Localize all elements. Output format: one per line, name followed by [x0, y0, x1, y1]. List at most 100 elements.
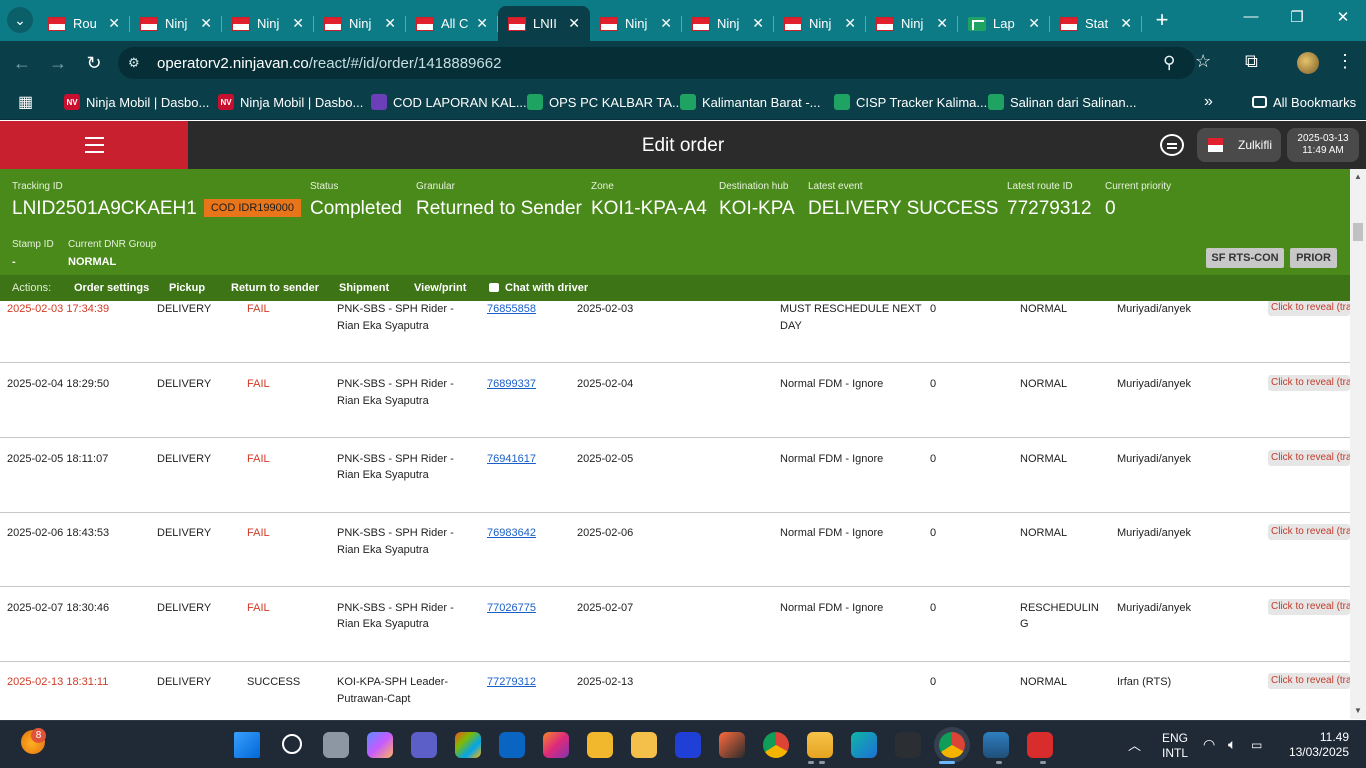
teams-icon[interactable] [411, 732, 437, 758]
bookmark-item[interactable]: COD LAPORAN KAL... [371, 92, 527, 112]
row-route-link[interactable]: 76983642 [487, 525, 572, 542]
new-tab-button[interactable]: + [1149, 7, 1175, 33]
tab-close-icon[interactable]: ✕ [476, 15, 488, 32]
click-to-reveal-button[interactable]: Click to reveal (tracking) [1268, 598, 1350, 615]
row-route-link[interactable]: 76941617 [487, 451, 572, 468]
browser-tab[interactable]: Ninj ✕ [590, 6, 682, 41]
file-explorer-icon[interactable] [807, 732, 833, 758]
browser-menu-icon[interactable]: ⋮ [1336, 51, 1354, 72]
order-settings-menu[interactable]: Order settings [74, 282, 149, 294]
shipment-menu[interactable]: Shipment [339, 282, 389, 294]
tab-close-icon[interactable]: ✕ [936, 15, 948, 32]
more-bookmarks-icon[interactable]: » [1204, 92, 1213, 112]
user-menu[interactable]: Zulkifli [1197, 128, 1281, 162]
browser-tab[interactable]: Stat ✕ [1050, 6, 1142, 41]
tab-close-icon[interactable]: ✕ [660, 15, 672, 32]
all-bookmarks-button[interactable]: All Bookmarks [1252, 92, 1356, 112]
row-route-link[interactable]: 77279312 [487, 674, 572, 691]
remote-desktop-icon[interactable] [983, 732, 1009, 758]
browser-tab[interactable]: Lap ✕ [958, 6, 1050, 41]
view-print-menu[interactable]: View/print [414, 282, 466, 294]
chat-with-driver-button[interactable]: Chat with driver [489, 282, 588, 294]
pickup-menu[interactable]: Pickup [169, 282, 205, 294]
show-hidden-icons-icon[interactable]: ︿ [1128, 738, 1141, 753]
browser-tab[interactable]: Ninj ✕ [774, 6, 866, 41]
sf-rts-con-button[interactable]: SF RTS-CON [1206, 248, 1284, 268]
tab-close-icon[interactable]: ✕ [292, 15, 304, 32]
browser-tab[interactable]: Ninj ✕ [130, 6, 222, 41]
scroll-thumb[interactable] [1353, 223, 1363, 241]
click-to-reveal-button[interactable]: Click to reveal (tracking) [1268, 673, 1350, 689]
edge-icon[interactable] [851, 732, 877, 758]
row-route-link[interactable]: 76855858 [487, 301, 572, 318]
address-bar[interactable]: ⚙ operatorv2.ninjavan.co/react/#/id/orde… [118, 47, 1195, 79]
battery-icon[interactable]: ▭ [1251, 738, 1262, 753]
tab-close-icon[interactable]: ✕ [108, 15, 120, 32]
wifi-icon[interactable]: ◠ [1203, 737, 1215, 752]
tab-close-icon[interactable]: ✕ [200, 15, 212, 32]
minimize-icon[interactable]: — [1236, 8, 1266, 25]
tab-close-icon[interactable]: ✕ [844, 15, 856, 32]
outlook-icon[interactable] [499, 732, 525, 758]
browser-tab[interactable]: Rou ✕ [38, 6, 130, 41]
whatsapp-icon[interactable] [895, 732, 921, 758]
windows-start-icon[interactable] [234, 732, 260, 758]
bookmark-item[interactable]: OPS PC KALBAR TA... [527, 92, 683, 112]
close-window-icon[interactable]: ✕ [1328, 8, 1358, 26]
search-icon[interactable] [282, 734, 302, 754]
bookmark-item[interactable]: NV Ninja Mobil | Dasbo... [218, 92, 363, 112]
scroll-down-icon[interactable]: ▼ [1354, 706, 1362, 715]
prior-button[interactable]: PRIOR [1290, 248, 1337, 268]
click-to-reveal-button[interactable]: Click to reveal (tracking) [1268, 524, 1350, 540]
clock[interactable]: 11.49 13/03/2025 [1283, 730, 1349, 760]
bookmark-star-icon[interactable]: ☆ [1195, 51, 1211, 72]
click-to-reveal-button[interactable]: Click to reveal (tracking) [1268, 449, 1350, 466]
page-scrollbar[interactable]: ▲ ▼ [1350, 169, 1366, 719]
chat-icon[interactable] [1160, 134, 1184, 156]
url-text[interactable]: operatorv2.ninjavan.co/react/#/id/order/… [157, 55, 501, 72]
tab-close-icon[interactable]: ✕ [384, 15, 396, 32]
profile-avatar[interactable] [1297, 52, 1319, 74]
browser-tab[interactable]: Ninj ✕ [682, 6, 774, 41]
browser-tab[interactable]: LNII ✕ [498, 6, 590, 41]
tab-close-icon[interactable]: ✕ [1028, 15, 1040, 32]
browser-tab[interactable]: Ninj ✕ [866, 6, 958, 41]
bookmark-item[interactable]: NV Ninja Mobil | Dasbo... [64, 92, 209, 112]
language-indicator[interactable]: ENG INTL [1160, 731, 1190, 761]
task-view-icon[interactable] [323, 732, 349, 758]
tab-close-icon[interactable]: ✕ [568, 15, 580, 32]
copilot-icon[interactable] [367, 732, 393, 758]
chrome-profile-icon[interactable] [939, 732, 965, 758]
bookmark-item[interactable]: Kalimantan Barat -... [680, 92, 821, 112]
row-route-link[interactable]: 77026775 [487, 600, 572, 617]
scroll-up-icon[interactable]: ▲ [1354, 172, 1362, 181]
browser-tab[interactable]: All C ✕ [406, 6, 498, 41]
screen-tool-icon[interactable] [719, 732, 745, 758]
chrome-icon[interactable] [763, 732, 789, 758]
browser-tab[interactable]: Ninj ✕ [314, 6, 406, 41]
tab-close-icon[interactable]: ✕ [1120, 15, 1132, 32]
bookmark-item[interactable]: CISP Tracker Kalima... [834, 92, 987, 112]
extensions-icon[interactable]: ⧉ [1245, 51, 1258, 72]
reload-icon[interactable]: ↻ [82, 51, 106, 75]
browser-tab[interactable]: Ninj ✕ [222, 6, 314, 41]
forward-icon[interactable]: → [46, 51, 70, 75]
zoom-icon[interactable]: ⚲ [1163, 53, 1175, 73]
volume-icon[interactable]: 🔈︎ [1228, 737, 1236, 752]
apps-grid-icon[interactable]: ▦ [18, 92, 33, 112]
return-to-sender-menu[interactable]: Return to sender [231, 282, 319, 294]
tab-search-icon[interactable]: ⌄ [7, 7, 33, 33]
store-icon[interactable] [455, 732, 481, 758]
site-info-icon[interactable]: ⚙ [128, 55, 144, 71]
click-to-reveal-button[interactable]: Click to reveal (tracking) [1268, 375, 1350, 391]
bookmark-item[interactable]: Salinan dari Salinan... [988, 92, 1136, 112]
back-icon[interactable]: ← [10, 51, 34, 75]
click-to-reveal-button[interactable]: Click to reveal (tracking) [1268, 301, 1350, 316]
malwarebytes-icon[interactable] [675, 732, 701, 758]
tab-close-icon[interactable]: ✕ [752, 15, 764, 32]
files-app-icon[interactable] [631, 732, 657, 758]
instagram-icon[interactable] [543, 732, 569, 758]
restore-icon[interactable]: ❐ [1282, 8, 1312, 26]
row-route-link[interactable]: 76899337 [487, 376, 572, 393]
wps-office-icon[interactable] [1027, 732, 1053, 758]
